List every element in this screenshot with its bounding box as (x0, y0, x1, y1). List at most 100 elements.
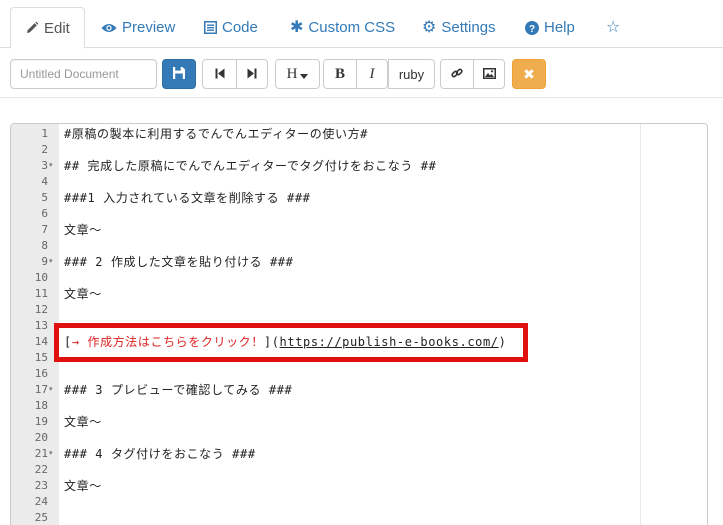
line-number: 24 (34, 495, 48, 508)
pencil-icon (25, 21, 39, 35)
tab-help[interactable]: ? Help (511, 7, 589, 48)
caret-down-icon (300, 67, 309, 82)
line-number: 22 (34, 463, 48, 476)
editor-line[interactable]: 5 ###1 入力されている文章を削除する ### (11, 190, 707, 206)
editor-line[interactable]: 4 (11, 174, 707, 190)
next-button[interactable] (236, 59, 268, 89)
tab-bar: Edit Preview Code ✱ Custom CSS ⚙ Setting… (0, 0, 723, 49)
fold-arrow-icon[interactable]: ▾ (49, 450, 53, 458)
editor-line[interactable]: 10 (11, 270, 707, 286)
close-icon: ✖ (523, 65, 535, 82)
editor-line[interactable]: 24 (11, 494, 707, 510)
ruby-label: ruby (398, 66, 425, 82)
fold-arrow-icon[interactable]: ▾ (49, 162, 53, 170)
step-forward-icon (247, 67, 257, 82)
tab-settings[interactable]: ⚙ Settings (408, 7, 510, 48)
document-title-input[interactable] (10, 59, 157, 89)
editor-line[interactable]: 9 ▾ ### 2 作成した文章を貼り付ける ### (11, 254, 707, 270)
line-text: 文章～ (64, 479, 102, 493)
tab-preview[interactable]: Preview (87, 7, 189, 48)
editor-line[interactable]: 7 文章～ (11, 222, 707, 238)
tab-code[interactable]: Code (190, 7, 272, 48)
line-text: ### 3 プレビューで確認してみる ### (64, 383, 293, 397)
line-number: 4 (41, 175, 48, 188)
tab-edit[interactable]: Edit (10, 7, 85, 49)
tab-custom-css-label: Custom CSS (308, 19, 396, 36)
line-number: 10 (34, 271, 48, 284)
save-icon (173, 66, 185, 82)
close-button[interactable]: ✖ (512, 59, 546, 89)
previous-button[interactable] (202, 59, 237, 89)
step-backward-icon (215, 67, 225, 82)
line-number: 9 (41, 255, 48, 268)
line-number: 3 (41, 159, 48, 172)
line-text: ## 完成した原稿にでんでんエディターでタグ付けをおこなう ## (64, 159, 437, 173)
italic-button[interactable]: I (356, 59, 388, 89)
asterisk-icon: ✱ (290, 18, 304, 36)
line-number: 23 (34, 479, 48, 492)
toolbar: H B I ruby ✖ (0, 48, 723, 98)
image-button[interactable] (473, 59, 505, 89)
line-number: 19 (34, 415, 48, 428)
line-number: 5 (41, 191, 48, 204)
editor-line[interactable]: 20 (11, 430, 707, 446)
line-text: ### 4 タグ付けをおこなう ### (64, 447, 256, 461)
fold-arrow-icon[interactable]: ▾ (49, 258, 53, 266)
save-button[interactable] (162, 59, 196, 89)
line-text: #原稿の製本に利用するでんでんエディターの使い方# (64, 127, 369, 141)
editor-line[interactable]: 16 (11, 366, 707, 382)
line-number: 13 (34, 319, 48, 332)
line-number: 1 (41, 127, 48, 140)
editor-line[interactable]: 3 ▾ ## 完成した原稿にでんでんエディターでタグ付けをおこなう ## (11, 158, 707, 174)
editor-line[interactable]: 8 (11, 238, 707, 254)
line-number: 2 (41, 143, 48, 156)
line-number: 17 (34, 383, 48, 396)
line-number: 25 (34, 511, 48, 524)
bold-label: B (334, 65, 345, 82)
question-circle-icon: ? (525, 20, 539, 35)
italic-label: I (369, 65, 375, 82)
editor-line[interactable]: 1 #原稿の製本に利用するでんでんエディターの使い方# (11, 126, 707, 142)
line-text: 文章～ (64, 415, 102, 429)
editor-line[interactable]: 25 (11, 510, 707, 525)
gear-icon: ⚙ (422, 18, 437, 36)
tab-code-label: Code (222, 19, 258, 36)
line-number: 21 (34, 447, 48, 460)
editor-line[interactable]: 12 (11, 302, 707, 318)
editor-line[interactable]: 17 ▾ ### 3 プレビューで確認してみる ### (11, 382, 707, 398)
line-text: 文章～ (64, 287, 102, 301)
line-number: 12 (34, 303, 48, 316)
link-button[interactable] (440, 59, 474, 89)
editor-line[interactable]: 2 (11, 142, 707, 158)
eye-icon (101, 22, 117, 34)
editor-line[interactable]: 22 (11, 462, 707, 478)
editor-line[interactable]: 21 ▾ ### 4 タグ付けをおこなう ### (11, 446, 707, 462)
line-number: 11 (34, 287, 48, 300)
line-number: 7 (41, 223, 48, 236)
tab-help-label: Help (544, 19, 575, 36)
highlight-annotation-box (54, 323, 528, 362)
line-number: 16 (34, 367, 48, 380)
editor-line[interactable]: 11 文章～ (11, 286, 707, 302)
editor-line[interactable]: 23 文章～ (11, 478, 707, 494)
fold-arrow-icon[interactable]: ▾ (49, 386, 53, 394)
editor-line[interactable]: 6 (11, 206, 707, 222)
heading-dropdown-button[interactable]: H (275, 59, 320, 89)
line-number: 14 (34, 335, 48, 348)
line-text: ###1 入力されている文章を削除する ### (64, 191, 311, 205)
ruby-button[interactable]: ruby (388, 59, 435, 89)
star-icon: ☆ (606, 18, 621, 36)
editor-line[interactable]: 18 (11, 398, 707, 414)
image-icon (482, 67, 496, 82)
line-text: 文章～ (64, 223, 102, 237)
link-icon (451, 67, 463, 82)
tab-custom-css[interactable]: ✱ Custom CSS (276, 7, 409, 48)
line-number: 20 (34, 431, 48, 444)
code-editor[interactable]: 1 #原稿の製本に利用するでんでんエディターの使い方# 2 3 ▾ ## 完成した原稿にで… (10, 123, 708, 525)
tab-star[interactable]: ☆ (592, 7, 634, 48)
line-number: 8 (41, 239, 48, 252)
bold-button[interactable]: B (323, 59, 357, 89)
line-number: 18 (34, 399, 48, 412)
tab-edit-label: Edit (44, 19, 70, 37)
editor-line[interactable]: 19 文章～ (11, 414, 707, 430)
